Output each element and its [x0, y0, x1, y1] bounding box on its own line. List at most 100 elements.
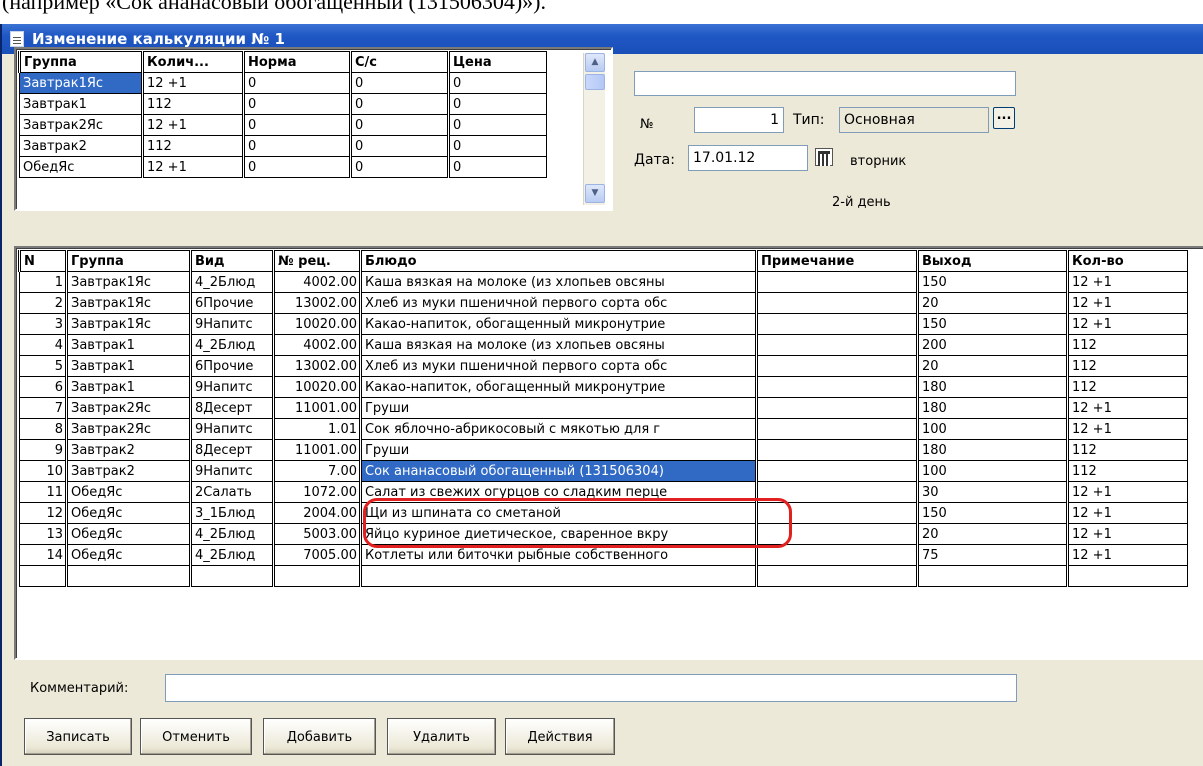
dishes-cell[interactable]: 10020.00 [272, 313, 361, 335]
dishes-cell[interactable]: 8 [19, 418, 67, 440]
groups-column-header[interactable]: Группа [18, 51, 143, 73]
groups-cell[interactable]: 0 [447, 156, 547, 178]
dishes-row[interactable]: 11 ОбедЯс 2Салать 1072.00 Салат из свежих ог… [19, 481, 1188, 503]
dishes-cell[interactable]: Завтрак2Яс [65, 418, 191, 440]
dishes-cell[interactable]: Салат из свежих огурцов со сладким перце [359, 481, 757, 503]
groups-cell[interactable]: 0 [242, 93, 351, 115]
groups-cell[interactable]: 12 +1 [141, 114, 244, 136]
dishes-cell[interactable]: 6Прочие [189, 355, 274, 377]
dishes-cell[interactable]: 112 [1066, 460, 1188, 482]
dishes-cell[interactable]: 9Напитс [189, 460, 274, 482]
dishes-cell[interactable]: 7005.00 [272, 544, 361, 566]
dishes-cell[interactable]: Хлеб из муки пшеничной первого сорта обс [359, 355, 757, 377]
dishes-cell[interactable] [755, 502, 918, 524]
dishes-cell[interactable]: 200 [916, 334, 1068, 356]
dishes-row[interactable]: 13 ОбедЯс 4_2Блюд 5003.00 Яйцо куриное диети… [19, 523, 1188, 545]
dishes-cell[interactable]: 9Напитс [189, 376, 274, 398]
groups-cell[interactable]: 0 [349, 93, 449, 115]
groups-cell[interactable]: 0 [349, 156, 449, 178]
dishes-cell[interactable]: 3 [19, 313, 67, 335]
dishes-cell[interactable] [755, 355, 918, 377]
dishes-column-header[interactable]: Блюдо [359, 250, 757, 272]
groups-column-header[interactable]: Колич... [141, 51, 244, 73]
dishes-cell[interactable]: 150 [916, 271, 1068, 293]
dishes-cell[interactable]: Сок яблочно-абрикосовый с мякотью для г [359, 418, 757, 440]
dishes-cell[interactable]: Завтрак2Яс [65, 397, 191, 419]
dishes-cell[interactable]: 8Десерт [189, 397, 274, 419]
groups-column-header[interactable]: С/с [349, 51, 449, 73]
dishes-cell[interactable]: ОбедЯс [65, 523, 191, 545]
dishes-cell[interactable]: 2Салать [189, 481, 274, 503]
dishes-cell[interactable]: 13002.00 [272, 292, 361, 314]
dishes-cell[interactable]: 10020.00 [272, 376, 361, 398]
groups-cell[interactable]: 0 [447, 114, 547, 136]
dishes-cell[interactable]: 112 [1066, 376, 1188, 398]
dishes-cell[interactable]: Завтрак1 [65, 355, 191, 377]
dishes-cell[interactable] [755, 439, 918, 461]
groups-cell[interactable]: 0 [242, 114, 351, 136]
dishes-cell[interactable] [755, 376, 918, 398]
dishes-cell[interactable]: 12 +1 [1066, 313, 1188, 335]
groups-cell[interactable]: 0 [242, 135, 351, 157]
dishes-cell[interactable] [755, 481, 918, 503]
dishes-column-header[interactable]: Группа [65, 250, 191, 272]
save-button[interactable]: Записать [24, 718, 132, 755]
groups-row[interactable]: Завтрак1Яс 12 +1 0 0 0 [19, 72, 547, 94]
dishes-cell[interactable]: 11001.00 [272, 439, 361, 461]
dishes-cell[interactable]: Завтрак1 [65, 334, 191, 356]
dishes-row[interactable]: 14 ОбедЯс 4_2Блюд 7005.00 Котлеты или биточк… [19, 544, 1188, 566]
groups-cell[interactable]: 112 [141, 93, 244, 115]
name-input[interactable] [634, 71, 1016, 96]
dishes-cell[interactable]: 8Десерт [189, 439, 274, 461]
groups-cell[interactable]: 12 +1 [141, 72, 244, 94]
dishes-cell[interactable] [189, 565, 274, 587]
dishes-cell[interactable] [755, 460, 918, 482]
dishes-row[interactable]: 12 ОбедЯс 3_1Блюд 2004.00 Щи из шпината со с… [19, 502, 1188, 524]
dishes-cell[interactable]: 20 [916, 292, 1068, 314]
groups-cell[interactable]: 0 [447, 135, 547, 157]
dishes-cell[interactable] [755, 565, 918, 587]
dishes-cell[interactable]: ОбедЯс [65, 544, 191, 566]
dishes-cell[interactable]: 4 [19, 334, 67, 356]
dishes-cell[interactable]: 3_1Блюд [189, 502, 274, 524]
dishes-cell[interactable]: 11 [19, 481, 67, 503]
dishes-cell[interactable]: ОбедЯс [65, 502, 191, 524]
dishes-cell[interactable]: Груши [359, 439, 757, 461]
groups-column-header[interactable]: Норма [242, 51, 351, 73]
dishes-cell[interactable]: 180 [916, 376, 1068, 398]
dishes-cell[interactable]: 100 [916, 460, 1068, 482]
dishes-cell[interactable]: 4002.00 [272, 271, 361, 293]
dishes-cell[interactable] [1066, 565, 1188, 587]
dishes-cell[interactable]: 14 [19, 544, 67, 566]
dishes-cell[interactable] [755, 397, 918, 419]
groups-cell[interactable]: 0 [349, 114, 449, 136]
groups-cell[interactable]: 0 [349, 135, 449, 157]
dishes-cell[interactable]: 12 +1 [1066, 523, 1188, 545]
dishes-cell[interactable]: 2004.00 [272, 502, 361, 524]
dishes-cell[interactable]: 180 [916, 397, 1068, 419]
dishes-cell[interactable]: Завтрак1Яс [65, 292, 191, 314]
groups-row[interactable]: Завтрак1 112 0 0 0 [19, 93, 547, 115]
dishes-cell[interactable]: Какао-напиток, обогащенный микронутрие [359, 313, 757, 335]
dishes-cell[interactable] [755, 292, 918, 314]
dishes-row[interactable]: 7 Завтрак2Яс 8Десерт 11001.00 Груши 180 12 +1 [19, 397, 1188, 419]
dishes-cell[interactable] [359, 565, 757, 587]
dishes-column-header[interactable]: Кол-во [1066, 250, 1188, 272]
dishes-cell[interactable]: Каша вязкая на молоке (из хлопьев овсяны [359, 271, 757, 293]
dishes-cell[interactable] [755, 313, 918, 335]
dishes-row[interactable]: 9 Завтрак2 8Десерт 11001.00 Груши 180 112 [19, 439, 1188, 461]
cancel-button[interactable]: Отменить [140, 718, 252, 755]
dishes-cell[interactable]: 4002.00 [272, 334, 361, 356]
dishes-column-header[interactable]: № рец. [272, 250, 361, 272]
dishes-cell[interactable]: 4_2Блюд [189, 334, 274, 356]
date-input[interactable]: 17.01.12 [688, 145, 808, 171]
dishes-cell[interactable]: 112 [1066, 334, 1188, 356]
dishes-cell[interactable] [755, 271, 918, 293]
dishes-cell[interactable]: 9Напитс [189, 313, 274, 335]
dishes-cell[interactable]: Какао-напиток, обогащенный микронутрие [359, 376, 757, 398]
groups-cell[interactable]: 0 [447, 93, 547, 115]
dishes-cell[interactable]: Завтрак1 [65, 376, 191, 398]
dishes-row[interactable]: 5 Завтрак1 6Прочие 13002.00 Хлеб из муки пше… [19, 355, 1188, 377]
groups-cell[interactable]: 0 [242, 72, 351, 94]
groups-cell[interactable]: ОбедЯс [19, 156, 143, 178]
